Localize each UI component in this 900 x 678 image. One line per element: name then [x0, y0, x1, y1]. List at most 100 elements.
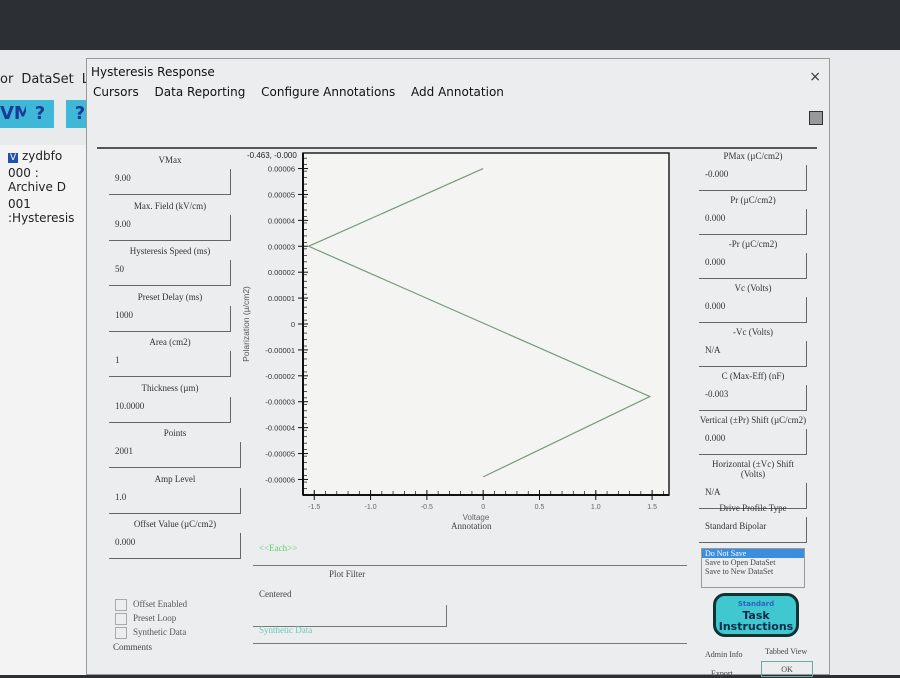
- tabbed-view-button[interactable]: Tabbed View: [765, 647, 807, 656]
- field-label: Amp Level: [154, 473, 196, 484]
- field-input[interactable]: 2001: [109, 442, 241, 468]
- x-tick-label: -0.5: [421, 504, 433, 511]
- field-label: C (Max-Eff) (nF): [721, 371, 785, 381]
- y-tick-label: 0.00003: [268, 242, 295, 251]
- field-5: Thickness (µm) 10.0000: [109, 383, 231, 423]
- field-label: Vertical (±Pr) Shift (µC/cm2): [699, 415, 807, 425]
- result-field-4: -Vc (Volts) N/A: [699, 327, 807, 367]
- field-label: Points: [163, 428, 187, 438]
- task-label: Task Instructions: [718, 609, 794, 633]
- save-option-list[interactable]: Do Not Save Save to Open DataSet Save to…: [701, 548, 805, 588]
- result-field-1: Pr (µC/cm2) 0.000: [699, 195, 807, 235]
- menu-cursors[interactable]: Cursors: [93, 85, 139, 99]
- field-8: Offset Value (µC/cm2) 0.000: [109, 519, 241, 559]
- checkbox-label: Synthetic Data: [133, 627, 187, 638]
- field-value[interactable]: -0.000: [699, 165, 807, 191]
- hysteresis-window: Hysteresis Response × Cursors Data Repor…: [86, 58, 830, 678]
- field-value[interactable]: 0.000: [699, 429, 807, 455]
- resize-icon[interactable]: [809, 111, 823, 125]
- dataset-title: zydbfo: [22, 149, 63, 163]
- checkbox-1[interactable]: Preset Loop: [115, 613, 176, 625]
- field-1: Max. Field (kV/cm) 9.00: [109, 201, 231, 241]
- field-label: Vc (Volts): [734, 283, 772, 293]
- x-tick-label: 1.0: [591, 504, 601, 511]
- result-field-8: Drive Profile Type Standard Bipolar: [699, 503, 807, 543]
- y-tick-label: -0.00004: [265, 424, 295, 433]
- dataset-icon: V: [8, 153, 19, 163]
- menu-add-annotation[interactable]: Add Annotation: [411, 85, 504, 99]
- synthetic-data-input[interactable]: Synthetic Data: [259, 625, 312, 635]
- y-tick-label: -0.00001: [265, 346, 295, 355]
- y-tick-label: 0: [291, 320, 295, 329]
- checkbox-0[interactable]: Offset Enabled: [115, 599, 187, 611]
- window-title: Hysteresis Response: [91, 65, 215, 79]
- plot-filter-select[interactable]: Centered: [259, 589, 291, 599]
- field-value[interactable]: 0.000: [699, 297, 807, 323]
- list-item[interactable]: 001 :Hysteresis: [8, 197, 87, 225]
- result-field-2: -Pr (µC/cm2) 0.000: [699, 239, 807, 279]
- task-subtitle: Standard: [737, 600, 775, 608]
- field-value[interactable]: 0.000: [699, 209, 807, 235]
- field-value[interactable]: -0.003: [699, 385, 807, 411]
- annotation-input[interactable]: <<Each>>: [259, 543, 297, 553]
- field-value[interactable]: Standard Bipolar: [699, 517, 807, 543]
- field-2: Hysteresis Speed (ms) 50: [109, 246, 231, 286]
- field-input[interactable]: 1000: [109, 305, 231, 332]
- dataset-panel: V zydbfo 000 : Archive D 001 :Hysteresis: [0, 145, 95, 675]
- field-input[interactable]: 50: [109, 260, 231, 286]
- field-value[interactable]: 0.000: [699, 253, 807, 279]
- close-button[interactable]: ×: [809, 69, 821, 85]
- bg-menu-item[interactable]: DataSet: [21, 72, 73, 87]
- field-label: Hysteresis Speed (ms): [129, 246, 211, 256]
- x-tick-label: 0: [481, 504, 485, 511]
- help-toolbar-icon[interactable]: ?: [26, 100, 54, 128]
- field-7: Amp Level 1.0: [109, 474, 241, 514]
- y-axis-label: Polarization (µ/cm2): [241, 286, 251, 362]
- menu-data-reporting[interactable]: Data Reporting: [155, 85, 246, 99]
- field-label: Horizontal (±Vc) Shift (Volts): [712, 459, 794, 479]
- field-label: Max. Field (kV/cm): [133, 200, 207, 211]
- field-label: VMax: [158, 155, 182, 165]
- plot-filter-box: [253, 605, 447, 627]
- export-button[interactable]: Export: [711, 669, 733, 678]
- save-option[interactable]: Save to New DataSet: [702, 567, 804, 576]
- y-tick-label: 0.00001: [268, 294, 295, 303]
- list-item[interactable]: 000 : Archive D: [8, 166, 87, 194]
- field-value[interactable]: N/A: [699, 341, 807, 367]
- field-label: PMax (µC/cm2): [723, 151, 783, 161]
- checkbox-box[interactable]: [115, 627, 127, 639]
- menu-configure-annotations[interactable]: Configure Annotations: [261, 85, 395, 99]
- field-input[interactable]: 0.000: [109, 533, 241, 559]
- y-tick-label: -0.00003: [265, 398, 295, 407]
- field-0: VMax 9.00: [109, 155, 231, 195]
- y-tick-label: -0.00002: [265, 372, 295, 381]
- synthetic-underline: [253, 643, 687, 644]
- plot-filter-label: Plot Filter: [329, 569, 366, 579]
- admin-info-button[interactable]: Admin Info: [705, 650, 743, 659]
- field-input[interactable]: 10.0000: [109, 396, 231, 423]
- task-instructions-button[interactable]: Standard Task Instructions: [713, 593, 799, 637]
- x-tick-label: -1.0: [365, 504, 377, 511]
- cursor-readout: -0.463, -0.000: [247, 151, 297, 160]
- field-label: Offset Value (µC/cm2): [133, 519, 217, 529]
- field-3: Preset Delay (ms) 1000: [109, 292, 231, 332]
- checkbox-box[interactable]: [115, 613, 127, 625]
- annotation-label: Annotation: [451, 521, 492, 531]
- save-option[interactable]: Do Not Save: [702, 549, 804, 558]
- checkbox-2[interactable]: Synthetic Data: [115, 627, 186, 639]
- result-field-0: PMax (µC/cm2) -0.000: [699, 151, 807, 191]
- checkbox-box[interactable]: [115, 599, 127, 611]
- save-option[interactable]: Save to Open DataSet: [702, 558, 804, 567]
- y-tick-label: -0.00005: [265, 450, 295, 459]
- bg-menu-item[interactable]: or: [0, 72, 13, 87]
- result-field-6: Vertical (±Pr) Shift (µC/cm2) 0.000: [699, 415, 807, 455]
- field-input[interactable]: 9.00: [109, 169, 231, 195]
- field-input[interactable]: 9.00: [109, 214, 231, 241]
- vm-toolbar-icon[interactable]: VM: [0, 100, 32, 128]
- field-6: Points 2001: [109, 428, 241, 468]
- field-input[interactable]: 1.0: [109, 487, 241, 514]
- field-label: Preset Delay (ms): [137, 291, 203, 302]
- field-input[interactable]: 1: [109, 351, 231, 377]
- x-tick-label: 1.5: [647, 504, 657, 511]
- comments-label: Comments: [113, 642, 153, 652]
